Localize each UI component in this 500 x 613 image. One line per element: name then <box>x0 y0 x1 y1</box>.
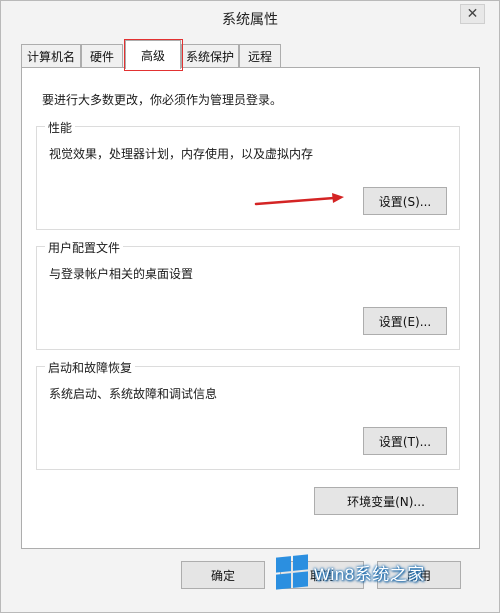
title-bar[interactable]: 系统属性 ✕ <box>1 1 499 35</box>
cancel-button[interactable]: 取消 <box>280 561 364 589</box>
startup-recovery-settings-button[interactable]: 设置(T)... <box>363 427 447 455</box>
system-properties-window: 系统属性 ✕ 计算机名 硬件 高级 系统保护 远程 要进行大多数更改，你必须作为… <box>0 0 500 613</box>
performance-group: 性能 视觉效果，处理器计划，内存使用，以及虚拟内存 设置(S)... <box>36 119 460 230</box>
admin-note: 要进行大多数更改，你必须作为管理员登录。 <box>42 93 283 107</box>
window-title: 系统属性 <box>222 12 278 28</box>
tab-computer-name[interactable]: 计算机名 <box>21 44 81 67</box>
user-profiles-settings-button[interactable]: 设置(E)... <box>363 307 447 335</box>
advanced-tab-panel: 要进行大多数更改，你必须作为管理员登录。 性能 视觉效果，处理器计划，内存使用，… <box>21 67 480 549</box>
performance-settings-button[interactable]: 设置(S)... <box>363 187 447 215</box>
close-button[interactable]: ✕ <box>460 4 485 24</box>
performance-description: 视觉效果，处理器计划，内存使用，以及虚拟内存 <box>49 147 314 161</box>
tab-hardware[interactable]: 硬件 <box>81 44 123 67</box>
performance-label: 性能 <box>45 119 76 136</box>
tab-remote[interactable]: 远程 <box>239 44 281 67</box>
apply-button[interactable]: 应用 <box>377 561 461 589</box>
startup-recovery-group: 启动和故障恢复 系统启动、系统故障和调试信息 设置(T)... <box>36 359 460 470</box>
ok-button[interactable]: 确定 <box>181 561 265 589</box>
user-profiles-description: 与登录帐户相关的桌面设置 <box>49 267 194 281</box>
startup-recovery-description: 系统启动、系统故障和调试信息 <box>49 387 218 401</box>
tab-advanced[interactable]: 高级 <box>125 40 181 69</box>
environment-variables-button[interactable]: 环境变量(N)... <box>314 487 458 515</box>
user-profiles-label: 用户配置文件 <box>45 239 124 256</box>
close-icon: ✕ <box>466 6 479 22</box>
startup-recovery-label: 启动和故障恢复 <box>45 359 136 376</box>
user-profiles-group: 用户配置文件 与登录帐户相关的桌面设置 设置(E)... <box>36 239 460 350</box>
tab-system-protection[interactable]: 系统保护 <box>181 44 239 67</box>
